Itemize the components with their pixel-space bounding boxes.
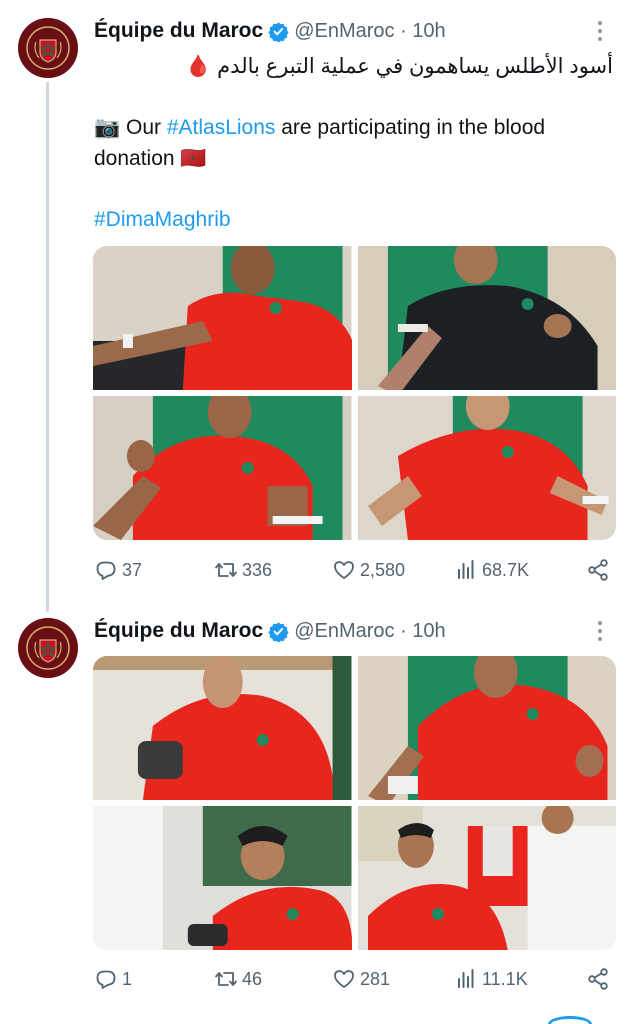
reply-count: 1 bbox=[122, 968, 133, 989]
like-icon bbox=[334, 561, 354, 579]
handle-and-time[interactable]: @EnMaroc · 10h bbox=[294, 620, 445, 643]
share-icon bbox=[588, 559, 608, 581]
photo-4[interactable] bbox=[357, 396, 616, 540]
photo-4[interactable] bbox=[357, 806, 616, 950]
share-icon bbox=[588, 968, 608, 990]
reply-icon bbox=[96, 561, 116, 580]
photo-1[interactable] bbox=[93, 656, 352, 800]
photo-2[interactable] bbox=[357, 656, 616, 800]
reply-icon bbox=[96, 970, 116, 989]
hashtag-link[interactable]: #AtlasLions bbox=[167, 116, 276, 139]
views-icon bbox=[458, 560, 474, 579]
author-name[interactable]: Équipe du Maroc bbox=[94, 619, 263, 643]
photo-2[interactable] bbox=[357, 246, 616, 390]
share-button[interactable] bbox=[586, 558, 614, 582]
frmf-logo-icon bbox=[18, 618, 78, 678]
like-button[interactable]: 2,580 bbox=[332, 558, 405, 582]
retweet-count: 336 bbox=[242, 559, 273, 580]
photo-image bbox=[93, 246, 352, 390]
reply-button[interactable]: 37 bbox=[94, 558, 142, 582]
photo-3[interactable] bbox=[93, 396, 352, 540]
author-name[interactable]: Équipe du Maroc bbox=[94, 19, 263, 43]
tweet-actions: 1 46 281 11.1K bbox=[94, 963, 614, 995]
views-icon bbox=[458, 969, 474, 988]
retweet-count: 46 bbox=[242, 968, 263, 989]
hashtag-link[interactable]: #DimaMaghrib bbox=[94, 208, 231, 232]
handle-and-time[interactable]: @EnMaroc · 10h bbox=[294, 20, 445, 43]
photo-3[interactable] bbox=[93, 806, 352, 950]
text-prefix: 📷 Our bbox=[94, 116, 167, 139]
retweet-icon bbox=[215, 563, 237, 577]
verified-badge-icon bbox=[268, 621, 289, 642]
more-icon[interactable] bbox=[589, 617, 611, 645]
like-count: 2,580 bbox=[360, 559, 406, 580]
photo-image bbox=[357, 246, 616, 390]
retweet-button[interactable]: 46 bbox=[214, 967, 262, 991]
photo-image bbox=[357, 656, 616, 800]
tweet-header: Équipe du Maroc @EnMaroc · 10h bbox=[94, 616, 446, 646]
photo-image bbox=[357, 806, 616, 950]
photo-image bbox=[93, 656, 352, 800]
tweet-text-arabic: أسود الأطلس يساهمون في عملية التبرع بالد… bbox=[185, 55, 613, 78]
photo-image bbox=[93, 806, 352, 950]
like-count: 281 bbox=[360, 968, 391, 989]
like-icon bbox=[334, 970, 354, 988]
tweet-actions: 37 336 2,580 68.7K bbox=[94, 554, 614, 586]
photo-image bbox=[93, 396, 352, 540]
more-icon[interactable] bbox=[589, 17, 611, 45]
thread-connector-line bbox=[46, 82, 49, 612]
retweet-button[interactable]: 336 bbox=[214, 558, 272, 582]
reply-button[interactable]: 1 bbox=[94, 967, 132, 991]
verified-badge-icon bbox=[268, 21, 289, 42]
like-button[interactable]: 281 bbox=[332, 967, 390, 991]
photo-image bbox=[357, 396, 616, 540]
photo-grid bbox=[93, 656, 616, 950]
share-button[interactable] bbox=[586, 967, 614, 991]
frmf-logo-icon bbox=[18, 18, 78, 78]
photo-grid bbox=[93, 246, 616, 540]
view-count: 11.1K bbox=[482, 968, 528, 989]
compose-button-edge[interactable] bbox=[548, 1016, 592, 1024]
tweet-header: Équipe du Maroc @EnMaroc · 10h bbox=[94, 16, 446, 46]
avatar[interactable] bbox=[18, 18, 78, 78]
views-button[interactable]: 68.7K bbox=[454, 558, 529, 582]
view-count: 68.7K bbox=[482, 559, 530, 580]
views-button[interactable]: 11.1K bbox=[454, 967, 528, 991]
retweet-icon bbox=[215, 972, 237, 986]
reply-count: 37 bbox=[122, 559, 143, 580]
tweet-text-english: 📷 Our #AtlasLions are participating in t… bbox=[94, 112, 619, 174]
photo-1[interactable] bbox=[93, 246, 352, 390]
avatar[interactable] bbox=[18, 618, 78, 678]
